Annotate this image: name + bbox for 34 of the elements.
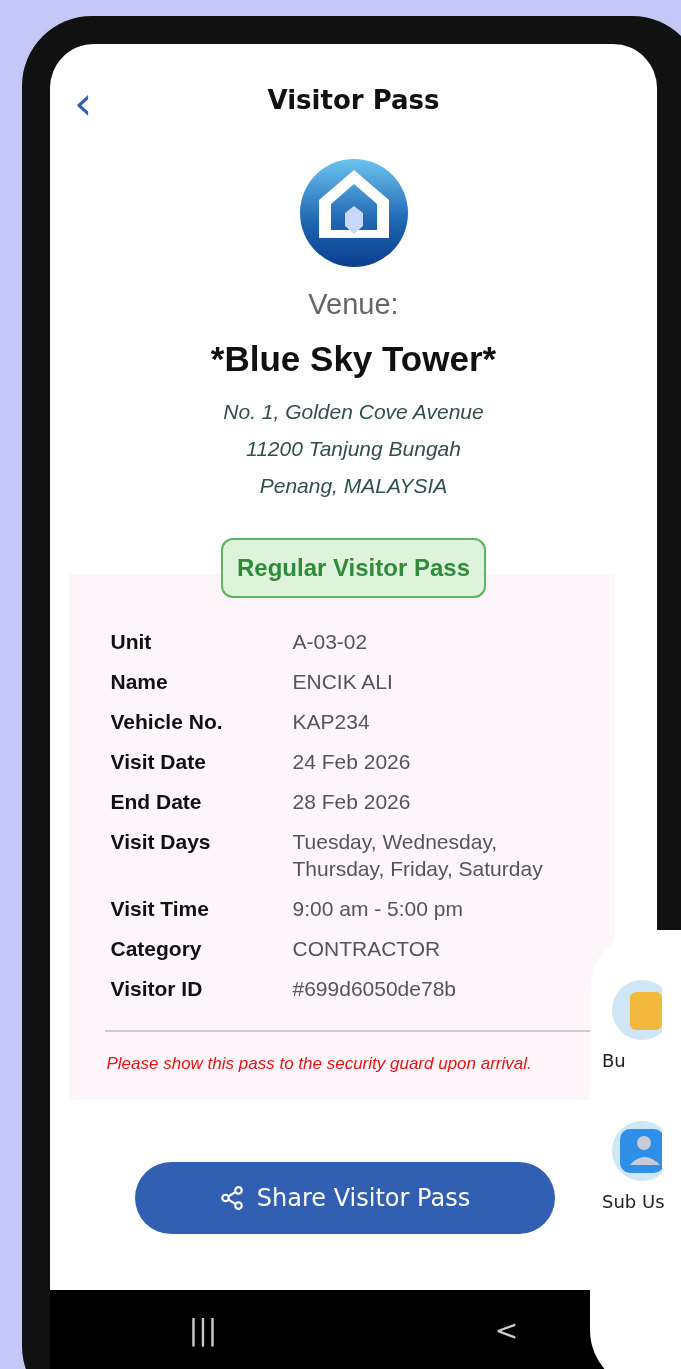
detail-value: A-03-02	[292, 629, 369, 655]
share-icon	[218, 1185, 245, 1211]
address-line: Penang, MALAYSIA	[259, 473, 448, 499]
detail-value: 9:00 am - 5:00 pm	[292, 896, 464, 922]
detail-value: Tuesday, Wednesday, Thursday, Friday, Saturday	[292, 829, 544, 882]
venue-name: *Blue Sky Tower*	[210, 339, 497, 379]
detail-label: Visitor ID	[110, 977, 204, 1002]
nav-back-button[interactable]: <	[494, 1313, 519, 1347]
back-button[interactable]: ‹	[74, 80, 93, 126]
detail-value: 28 Feb 2026	[292, 789, 412, 815]
detail-value: ENCIK ALI	[292, 669, 394, 695]
detail-value: CONTRACTOR	[292, 936, 442, 962]
notice-text: Please show this pass to the security guard upon arrival.	[106, 1054, 532, 1074]
recents-button[interactable]: |||	[188, 1313, 218, 1347]
detail-value: 24 Feb 2026	[292, 749, 412, 775]
detail-label: Category	[110, 937, 203, 962]
detail-value: #699d6050de78b	[292, 976, 457, 1002]
detail-label: Name	[110, 670, 169, 695]
screen-title: Visitor Pass	[267, 85, 440, 115]
detail-label: Visit Time	[110, 897, 210, 922]
pass-type-badge: Regular Visitor Pass	[221, 538, 486, 598]
detail-label: Vehicle No.	[110, 710, 224, 735]
detail-label: Visit Date	[110, 750, 207, 775]
venue-label: Venue:	[308, 288, 399, 321]
share-button[interactable]: Share Visitor Pass	[134, 1162, 555, 1234]
house-logo-icon	[298, 158, 409, 268]
detail-label: Visit Days	[110, 830, 212, 855]
shortcut-label[interactable]: Sub Us	[602, 1191, 665, 1212]
address-line: No. 1, Golden Cove Avenue	[223, 399, 484, 425]
address-line: 11200 Tanjung Bungah	[246, 436, 461, 462]
shortcut-label[interactable]: Bu	[602, 1050, 662, 1071]
detail-value: KAP234	[292, 709, 371, 735]
detail-label: Unit	[110, 630, 153, 655]
detail-label: End Date	[110, 790, 203, 815]
